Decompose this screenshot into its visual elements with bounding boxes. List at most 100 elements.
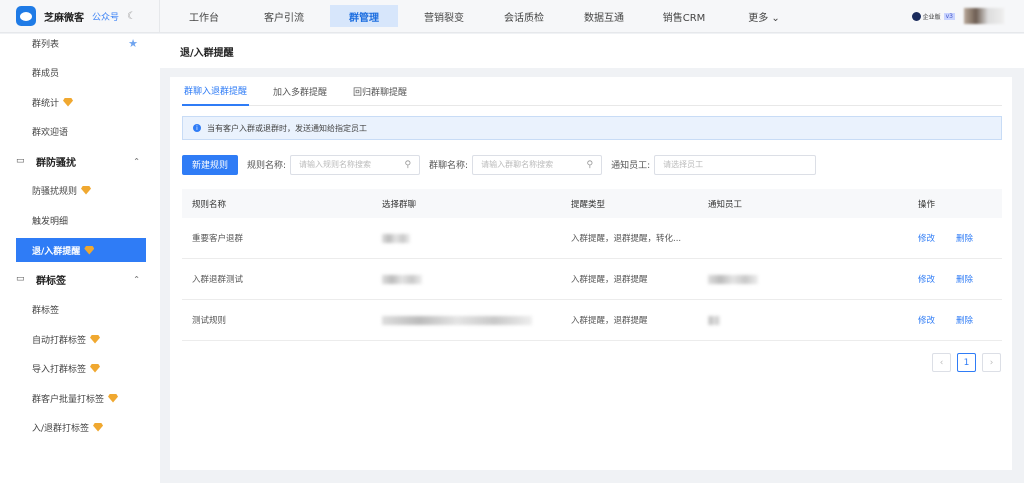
sidebar-item[interactable]: 防骚扰规则 bbox=[16, 178, 146, 202]
redacted-staff-names bbox=[708, 274, 758, 284]
reminder-type-cell: 入群提醒，退群提醒，转化... bbox=[571, 234, 682, 244]
nav-item-5[interactable]: 数据互通 bbox=[570, 5, 638, 27]
redacted-group-names bbox=[382, 315, 532, 325]
sidebar-item-label: 群欢迎语 bbox=[32, 127, 69, 138]
nav-item-6[interactable]: 销售CRM bbox=[650, 5, 718, 27]
edit-link[interactable]: 修改 bbox=[918, 259, 935, 299]
sidebar-item[interactable]: 群成员 bbox=[16, 60, 146, 84]
rule-name-cell: 入群退群测试 bbox=[192, 275, 244, 285]
sidebar-item[interactable]: 群统计 bbox=[16, 90, 146, 114]
group-name-label: 群聊名称: bbox=[429, 161, 469, 171]
staff-label: 通知员工: bbox=[611, 161, 651, 171]
group-name-placeholder: 请输入群聊名称搜索 bbox=[481, 160, 554, 169]
brand: 芝麻微客 公众号 ☾ bbox=[0, 0, 160, 33]
rule-name-search-input[interactable]: 请输入规则名称搜索 ⚲ bbox=[290, 154, 421, 175]
sidebar-item-label: 群标签 bbox=[32, 305, 60, 316]
staff-placeholder: 请选择员工 bbox=[663, 160, 704, 169]
sidebar-item[interactable]: 退/入群提醒 bbox=[16, 238, 146, 262]
sidebar-item[interactable]: 群客户批量打标签 bbox=[16, 386, 146, 410]
sidebar-item[interactable]: 群标签 bbox=[16, 297, 146, 321]
content-card: 群聊入退群提醒 加入多群提醒 回归群聊提醒 i 当有客户入群或退群时，发送通知给指定… bbox=[170, 77, 1012, 470]
star-icon[interactable]: ★ bbox=[128, 37, 138, 50]
delete-link[interactable]: 删除 bbox=[956, 300, 973, 340]
sidebar-item[interactable]: 导入打群标签 bbox=[16, 356, 146, 380]
tabs: 群聊入退群提醒 加入多群提醒 回归群聊提醒 bbox=[182, 77, 1002, 106]
version-badge: v3 bbox=[943, 12, 955, 20]
edit-link[interactable]: 修改 bbox=[918, 300, 935, 340]
nav-item-7[interactable]: 更多 ⌄ bbox=[730, 5, 798, 27]
official-account-link[interactable]: 公众号 bbox=[92, 10, 119, 23]
sidebar-group[interactable]: ▭ 群防骚扰 ⌃ bbox=[16, 149, 146, 173]
staff-cell bbox=[708, 300, 720, 340]
edit-link[interactable]: 修改 bbox=[918, 218, 935, 258]
sidebar-item[interactable]: 自动打群标签 bbox=[16, 327, 146, 351]
search-icon: ⚲ bbox=[586, 159, 594, 170]
nav-item-1[interactable]: 客户引流 bbox=[250, 5, 318, 27]
chevron-up-icon[interactable]: ⌃ bbox=[133, 157, 140, 166]
top-bar: 芝麻微客 公众号 ☾ 工作台 客户引流 群管理 营销裂变 会话质检 数据互通 销售CRM 更多… bbox=[0, 0, 1024, 33]
staff-cell bbox=[708, 259, 758, 299]
premium-gem-icon bbox=[81, 185, 92, 195]
sidebar-item[interactable]: 入/退群打标签 bbox=[16, 415, 146, 439]
table-row: 测试规则 入群提醒，退群提醒 修改 删除 bbox=[182, 300, 1002, 341]
page-1-button[interactable]: 1 bbox=[957, 353, 976, 372]
next-page-button[interactable]: › bbox=[982, 353, 1001, 372]
sidebar-item[interactable]: 群欢迎语 bbox=[16, 119, 146, 143]
dark-mode-icon[interactable]: ☾ bbox=[127, 11, 136, 22]
sidebar-item-label: 群成员 bbox=[32, 68, 60, 79]
group-chat-cell bbox=[382, 300, 532, 340]
nav-item-4[interactable]: 会话质检 bbox=[490, 5, 558, 27]
shield-icon: ▭ bbox=[16, 156, 25, 166]
sidebar-item-label: 防骚扰规则 bbox=[32, 186, 78, 197]
nav-item-2[interactable]: 群管理 bbox=[330, 5, 398, 27]
sidebar-item-label: 自动打群标签 bbox=[32, 335, 87, 346]
sidebar: 群列表 ★ 群成员群统计群欢迎语 ▭ 群防骚扰 ⌃ 防骚扰规则触发明细退/入群提醒 ▭ 群标签 ⌃… bbox=[0, 34, 160, 483]
tab-1[interactable]: 加入多群提醒 bbox=[271, 77, 329, 106]
tab-0[interactable]: 群聊入退群提醒 bbox=[182, 77, 250, 106]
chevron-up-icon[interactable]: ⌃ bbox=[133, 275, 140, 284]
sidebar-item-label: 退/入群提醒 bbox=[32, 246, 81, 257]
group-chat-cell bbox=[382, 218, 410, 258]
delete-link[interactable]: 删除 bbox=[956, 218, 973, 258]
reminder-type-cell: 入群提醒，退群提醒 bbox=[571, 275, 648, 285]
sidebar-item-label: 触发明细 bbox=[32, 216, 69, 227]
sidebar-item[interactable]: 群列表 ★ bbox=[16, 31, 146, 55]
column-header: 操作 bbox=[918, 199, 936, 210]
prev-page-button[interactable]: ‹ bbox=[932, 353, 951, 372]
logo-icon bbox=[16, 6, 36, 26]
rule-name-cell: 重要客户退群 bbox=[192, 234, 244, 244]
sidebar-item-label: 群防骚扰 bbox=[36, 157, 76, 169]
table-header: 规则名称 选择群聊 提醒类型 通知员工 操作 bbox=[182, 189, 1002, 218]
redacted-staff-names bbox=[708, 315, 720, 325]
premium-gem-icon bbox=[84, 245, 95, 255]
column-header: 选择群聊 bbox=[382, 199, 417, 210]
staff-select[interactable]: 请选择员工 bbox=[654, 154, 817, 175]
delete-link[interactable]: 删除 bbox=[956, 259, 973, 299]
sidebar-item-label: 入/退群打标签 bbox=[32, 423, 90, 434]
account-area: 企业版 v3 bbox=[911, 8, 1004, 24]
sidebar-item-label: 群统计 bbox=[32, 98, 60, 109]
filter-toolbar: 新建规则 规则名称: 请输入规则名称搜索 ⚲ 群聊名称: 请输入群聊名称搜索 ⚲ 通… bbox=[182, 154, 817, 175]
table-row: 入群退群测试 入群提醒，退群提醒 修改 删除 bbox=[182, 259, 1002, 300]
tab-2[interactable]: 回归群聊提醒 bbox=[351, 77, 409, 106]
sidebar-item-label: 群列表 bbox=[32, 39, 60, 50]
rule-name-placeholder: 请输入规则名称搜索 bbox=[299, 160, 372, 169]
column-header: 通知员工 bbox=[708, 199, 743, 210]
search-icon: ⚲ bbox=[404, 159, 412, 170]
premium-gem-icon bbox=[63, 97, 74, 107]
new-rule-button[interactable]: 新建规则 bbox=[182, 154, 238, 175]
sidebar-item[interactable]: 触发明细 bbox=[16, 208, 146, 232]
nav-item-0[interactable]: 工作台 bbox=[170, 5, 238, 27]
sidebar-group[interactable]: ▭ 群标签 ⌃ bbox=[16, 267, 146, 291]
rules-table: 规则名称 选择群聊 提醒类型 通知员工 操作 重要客户退群 入群提醒，退群提醒，转化... 修… bbox=[182, 189, 1002, 341]
edition-badge: 企业版 bbox=[911, 11, 941, 21]
group-name-search-input[interactable]: 请输入群聊名称搜索 ⚲ bbox=[472, 154, 603, 175]
premium-gem-icon bbox=[93, 422, 104, 432]
alert-text: 当有客户入群或退群时，发送通知给指定员工 bbox=[207, 123, 367, 133]
nav-item-3[interactable]: 营销裂变 bbox=[410, 5, 478, 27]
sidebar-item-label: 群标签 bbox=[36, 275, 66, 287]
avatar[interactable] bbox=[964, 8, 1004, 24]
redacted-group-names bbox=[382, 233, 410, 243]
redacted-group-names bbox=[382, 274, 422, 284]
edition-label: 企业版 bbox=[922, 13, 941, 21]
